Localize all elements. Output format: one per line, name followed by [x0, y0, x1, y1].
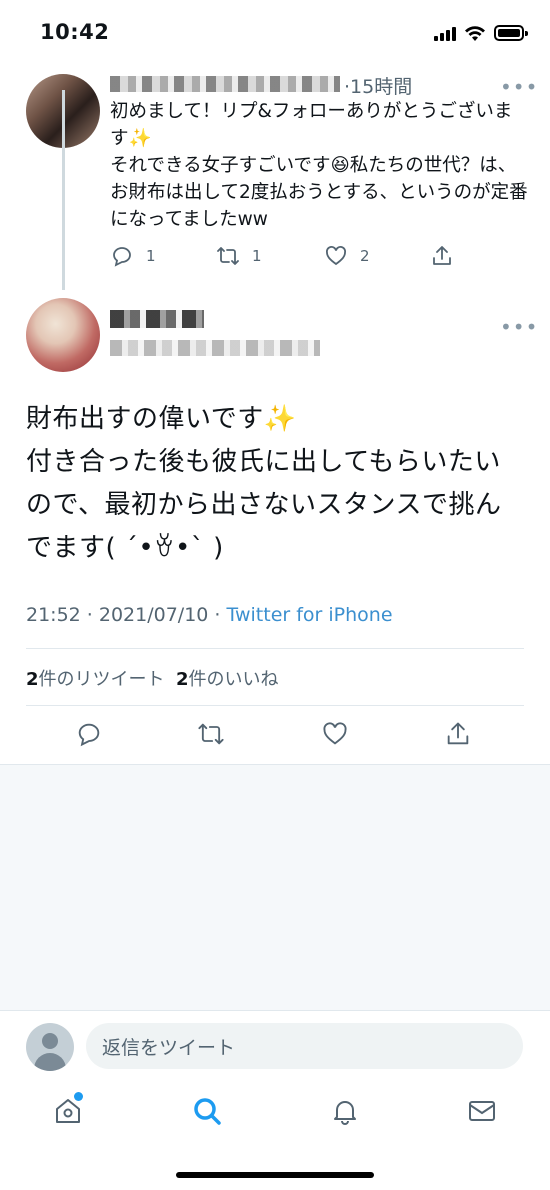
- tab-home[interactable]: [53, 1096, 85, 1128]
- reply-header: ·15時間: [110, 72, 530, 98]
- reply-share-button[interactable]: [430, 244, 466, 268]
- tab-messages[interactable]: [467, 1096, 499, 1128]
- reply-input[interactable]: 返信をツイート: [86, 1023, 523, 1069]
- divider: [26, 648, 524, 649]
- main-tweet-actions: [0, 720, 550, 754]
- main-like-button[interactable]: [321, 720, 351, 750]
- reply-reply-button[interactable]: 1: [110, 244, 156, 268]
- share-icon: [447, 722, 469, 745]
- thread-line: [62, 90, 65, 290]
- comment-icon: [113, 247, 131, 267]
- main-share-button[interactable]: [444, 720, 474, 750]
- reply-time: ·15時間: [344, 76, 413, 98]
- heart-icon: [326, 246, 346, 266]
- reply-actions: 1 1 2: [110, 244, 470, 272]
- signal-icon: [434, 27, 458, 41]
- reply-text-line2: それできる女子すごいです😆私たちの世代？は、お財布は出して2度払おうとする、とい…: [110, 155, 528, 230]
- likes-number: 2: [175, 669, 189, 690]
- main-author-avatar[interactable]: [26, 298, 100, 372]
- main-text-line2: 付き合った後も彼氏に出してもらいたいので、最初から出さないスタンスで挑んでます(…: [26, 447, 502, 563]
- comment-icon: [78, 723, 100, 747]
- retweets-number: 2: [26, 669, 39, 690]
- reply-reply-count: 1: [146, 247, 156, 265]
- tweet-meta: 21:52 · 2021/07/10 · Twitter for iPhone: [26, 604, 393, 626]
- reply-text-line1: 初めまして！リプ&フォローありがとうございます✨: [110, 101, 513, 149]
- retweets-label: 件のリツイート: [38, 669, 165, 690]
- notifications-icon: [334, 1101, 356, 1125]
- tweet-timestamp: 21:52 · 2021/07/10 ·: [26, 604, 227, 626]
- reply-like-count: 2: [360, 247, 370, 265]
- tab-search[interactable]: [192, 1096, 224, 1128]
- wifi-icon: [465, 26, 485, 41]
- battery-icon: [494, 25, 528, 41]
- divider: [26, 705, 524, 706]
- main-text-line1: 財布出すの偉いです✨: [26, 404, 297, 434]
- retweet-icon: [198, 723, 224, 745]
- heart-icon: [323, 722, 347, 745]
- tab-notifications[interactable]: [330, 1096, 362, 1128]
- my-avatar[interactable]: [26, 1023, 74, 1071]
- main-author-name-redacted[interactable]: [110, 310, 204, 328]
- likes-label: 件のいいね: [188, 669, 279, 690]
- status-bar: 10:42: [0, 0, 550, 64]
- reply-author-name-redacted[interactable]: [110, 76, 340, 92]
- home-notification-dot: [74, 1092, 83, 1101]
- main-author-handle-redacted[interactable]: [110, 340, 320, 356]
- retweet-icon: [217, 247, 239, 265]
- retweets-stat[interactable]: 2件のリツイート: [26, 669, 165, 690]
- reply-retweet-button[interactable]: 1: [216, 244, 262, 268]
- home-indicator: [176, 1172, 374, 1178]
- reply-text: 初めまして！リプ&フォローありがとうございます✨ それできる女子すごいです😆私た…: [110, 98, 530, 233]
- reply-tweet[interactable]: ·15時間 ••• 初めまして！リプ&フォローありがとうございます✨ それできる…: [0, 64, 550, 286]
- reply-retweet-count: 1: [252, 247, 262, 265]
- main-tweet-text: 財布出すの偉いです✨ 付き合った後も彼氏に出してもらいたいので、最初から出さない…: [26, 398, 526, 570]
- reply-more-icon[interactable]: •••: [500, 77, 538, 97]
- reply-like-button[interactable]: 2: [324, 244, 370, 268]
- messages-icon: [469, 1101, 495, 1121]
- tweet-source-link[interactable]: Twitter for iPhone: [227, 604, 393, 626]
- empty-replies-area: [0, 764, 550, 1010]
- share-icon: [433, 246, 451, 265]
- main-retweet-button[interactable]: [197, 720, 227, 750]
- main-reply-button[interactable]: [75, 720, 105, 750]
- main-more-icon[interactable]: •••: [500, 317, 538, 337]
- likes-stat[interactable]: 2件のいいね: [176, 669, 279, 690]
- tweet-stats: 2件のリツイート 2件のいいね: [26, 665, 279, 691]
- reply-composer-bar: 返信をツイート: [0, 1010, 550, 1082]
- search-icon: [194, 1098, 221, 1125]
- status-time: 10:42: [40, 20, 110, 44]
